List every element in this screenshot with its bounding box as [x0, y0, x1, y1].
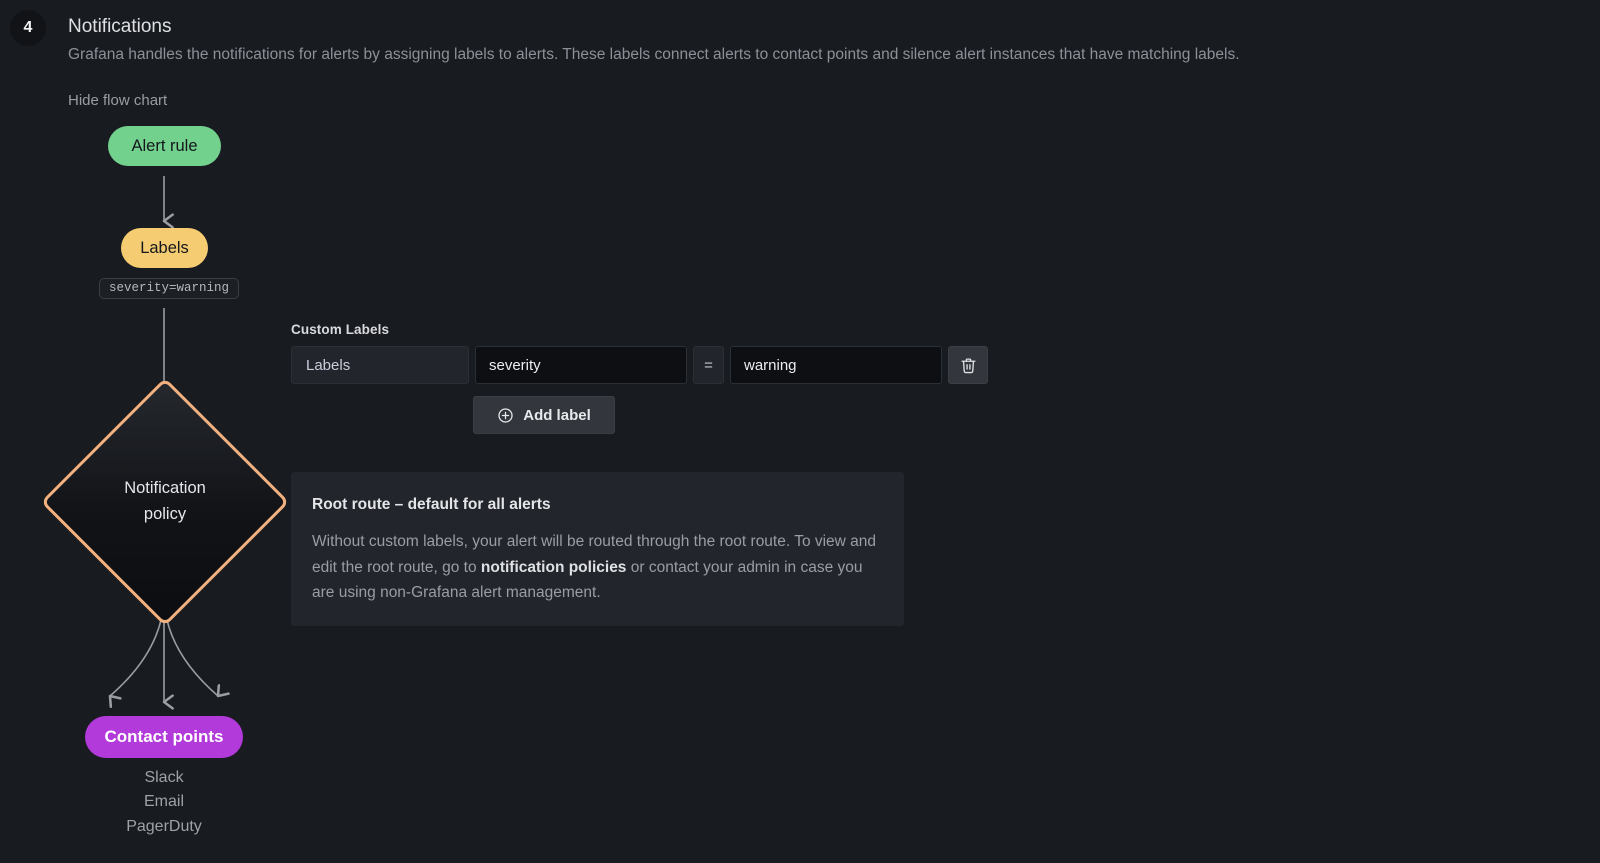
add-label-button[interactable]: Add label: [473, 396, 615, 434]
custom-labels-title: Custom Labels: [291, 322, 390, 337]
flow-node-contact-points[interactable]: Contact points: [85, 716, 243, 758]
page-title: Notifications: [68, 16, 172, 37]
delete-label-button[interactable]: [948, 346, 988, 384]
notifications-step-page: 4 Notifications Grafana handles the noti…: [0, 0, 1600, 863]
root-route-info-panel: Root route – default for all alerts With…: [291, 472, 904, 626]
notification-policies-link[interactable]: notification policies: [481, 559, 627, 576]
flow-node-alert-rule[interactable]: Alert rule: [108, 126, 221, 166]
trash-icon: [960, 357, 976, 373]
label-row: Labels =: [291, 346, 988, 384]
contact-points-list: Slack Email PagerDuty: [64, 766, 264, 839]
label-key-input[interactable]: [475, 346, 687, 384]
root-route-info-body: Without custom labels, your alert will b…: [312, 529, 882, 606]
list-item: Slack: [144, 769, 184, 786]
flow-labels-tag: severity=warning: [99, 278, 240, 299]
notification-flow-chart: Alert rule Labels severity=warning Notif…: [0, 118, 340, 858]
labels-prefix-box: Labels: [291, 346, 469, 384]
label-value-input[interactable]: [730, 346, 942, 384]
flow-node-labels[interactable]: Labels: [121, 228, 208, 268]
page-description: Grafana handles the notifications for al…: [68, 46, 1240, 63]
add-label-button-text: Add label: [523, 406, 591, 424]
flow-node-notification-policy-shape[interactable]: [40, 377, 290, 627]
custom-labels-form: Custom Labels Labels = Add label: [291, 322, 988, 434]
label-operator: =: [693, 346, 724, 384]
list-item: PagerDuty: [126, 817, 202, 835]
step-number-badge: 4: [10, 10, 46, 46]
plus-circle-icon: [498, 407, 513, 423]
list-item: Email: [143, 793, 184, 811]
root-route-info-title: Root route – default for all alerts: [312, 496, 551, 513]
toggle-flow-chart-link[interactable]: Hide flow chart: [68, 92, 167, 109]
